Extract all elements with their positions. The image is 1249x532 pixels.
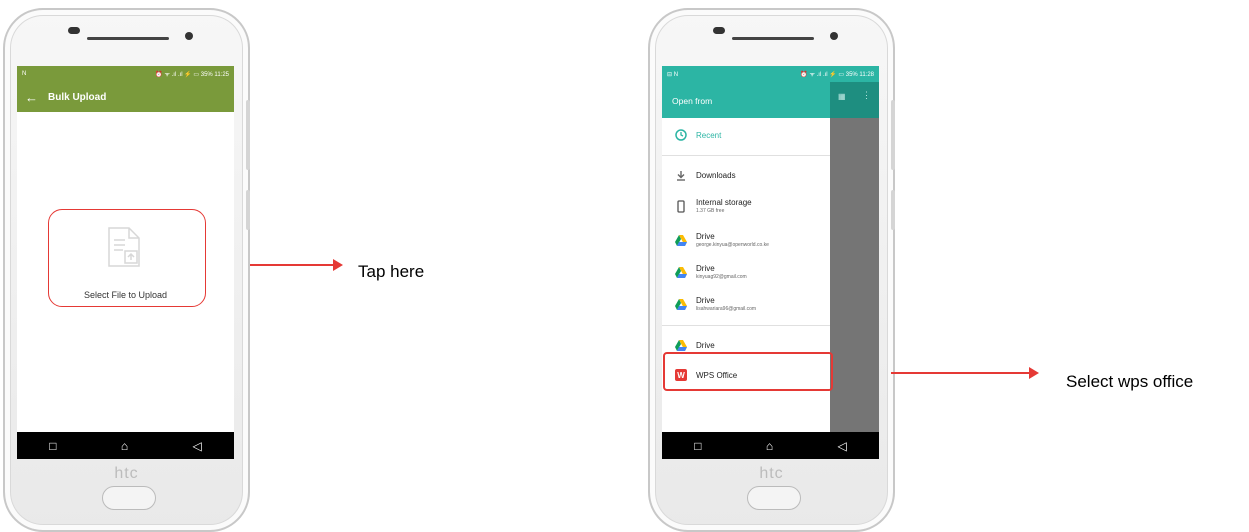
speaker-grille	[732, 37, 814, 40]
side-button	[246, 190, 250, 230]
drawer-item-sub: 1.37 GB free	[696, 208, 725, 214]
home-icon[interactable]: ⌂	[121, 439, 128, 453]
speaker-grille	[87, 37, 169, 40]
recents-icon[interactable]: □	[694, 439, 701, 453]
recents-icon[interactable]: □	[49, 439, 56, 453]
drawer-item-label: Drive	[696, 232, 715, 241]
side-button	[891, 100, 895, 170]
drawer-item-label: Internal storage	[696, 198, 752, 207]
status-right: ⏰ ᯤ .ıl .ıl ⚡ ▭ 35% 11:28	[800, 72, 874, 78]
google-drive-icon	[666, 298, 696, 310]
back-icon[interactable]: ◁	[838, 439, 847, 453]
camera-icon	[830, 32, 838, 40]
more-options-icon[interactable]: ⋮	[862, 90, 871, 101]
page-title: Bulk Upload	[48, 91, 107, 103]
side-button	[246, 100, 250, 170]
status-left: ⊟ N	[667, 71, 679, 78]
status-right: ⏰ ᯤ .ıl .ıl ⚡ ▭ 35% 11:25	[155, 72, 229, 78]
camera-icon	[185, 32, 193, 40]
side-button	[891, 190, 895, 230]
tap-here-label: Tap here	[358, 262, 425, 281]
brand-logo: htc	[759, 465, 784, 482]
phone-storage-icon	[666, 199, 696, 213]
app-bar: ← Bulk Upload	[17, 82, 234, 112]
select-wps-label: Select wps office	[1066, 372, 1194, 391]
status-left: N	[22, 71, 27, 77]
drawer-item-sub: george.kinyua@openworld.co.ke	[696, 242, 769, 248]
drawer-item-label: Drive	[696, 340, 715, 350]
sensor-icon	[713, 27, 725, 34]
drawer-scrim[interactable]	[830, 118, 879, 432]
drawer-item-label: Drive	[696, 296, 715, 305]
toolbar-behind-drawer: ▦ ⋮	[830, 82, 879, 118]
status-bar: ⊟ N ⏰ ᯤ .ıl .ıl ⚡ ▭ 35% 11:28	[662, 66, 879, 82]
android-nav-bar: □ ⌂ ◁	[662, 432, 879, 459]
arrow-tap-here	[250, 259, 343, 271]
drawer-item-sub: kinyuag92@gmail.com	[696, 274, 747, 280]
back-arrow-icon[interactable]: ←	[25, 90, 38, 105]
drawer-item-downloads[interactable]: Downloads	[662, 164, 830, 186]
divider	[662, 325, 830, 326]
right-phone-frame: ⊟ N ⏰ ᯤ .ıl .ıl ⚡ ▭ 35% 11:28 Open from …	[648, 8, 895, 532]
home-icon[interactable]: ⌂	[766, 439, 773, 453]
wps-highlight-box	[663, 352, 833, 391]
android-nav-bar: □ ⌂ ◁	[17, 432, 234, 459]
grid-view-icon[interactable]: ▦	[838, 92, 846, 101]
right-screen: ⊟ N ⏰ ᯤ .ıl .ıl ⚡ ▭ 35% 11:28 Open from …	[662, 66, 879, 459]
download-icon	[666, 170, 696, 181]
home-button[interactable]	[102, 486, 156, 510]
drawer-item-label: Drive	[696, 264, 715, 273]
google-drive-icon	[666, 339, 696, 351]
clock-icon	[666, 129, 696, 141]
drawer-item-label: Recent	[696, 130, 722, 140]
status-bar: N ⏰ ᯤ .ıl .ıl ⚡ ▭ 35% 11:25	[17, 66, 234, 82]
drawer-item-drive-account[interactable]: Drive lisahwariara96@gmail.com	[662, 290, 830, 318]
drawer-item-recent[interactable]: Recent	[662, 122, 830, 148]
divider	[662, 155, 830, 156]
back-icon[interactable]: ◁	[193, 439, 202, 453]
drawer-item-drive-account[interactable]: Drive george.kinyua@openworld.co.ke	[662, 226, 830, 254]
drawer-item-sub: lisahwariara96@gmail.com	[696, 306, 757, 312]
open-from-title: Open from	[672, 96, 713, 106]
arrow-select-wps	[891, 367, 1039, 379]
tap-highlight-box	[48, 209, 206, 307]
google-drive-icon	[666, 234, 696, 246]
drawer-item-drive-account[interactable]: Drive kinyuag92@gmail.com	[662, 258, 830, 286]
sensor-icon	[68, 27, 80, 34]
brand-logo: htc	[114, 465, 139, 482]
drawer-item-internal-storage[interactable]: Internal storage 1.37 GB free	[662, 192, 830, 220]
google-drive-icon	[666, 266, 696, 278]
home-button[interactable]	[747, 486, 801, 510]
drawer-item-label: Downloads	[696, 170, 736, 180]
